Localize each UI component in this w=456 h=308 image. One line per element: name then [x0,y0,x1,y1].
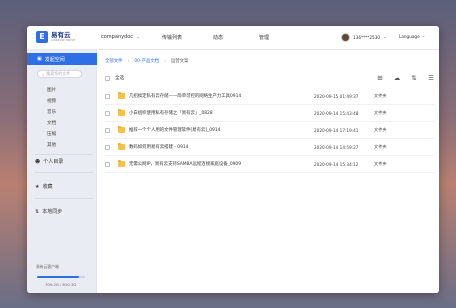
file-date: 2020-09-14 14:59:27 [314,144,359,150]
file-date: 2020-09-14 15:34:12 [314,161,359,167]
folder-icon [118,92,125,99]
row-checkbox[interactable] [105,93,110,99]
chevron-down-icon: ⌄ [136,34,140,40]
file-name[interactable]: 无需公网IP，易有云支持SAMBA远程连接家庭设备_0909 [129,161,314,167]
nav-activity[interactable]: 动态 [213,34,223,41]
app-window: E 易有云 LINKEASE DRIVE companydoc ⌄ 传输列表 动… [27,26,439,293]
row-checkbox[interactable] [105,161,110,167]
breadcrumb-all-files[interactable]: 全部文件 [105,58,123,64]
new-folder-icon[interactable]: ⊞ [376,74,384,82]
file-toolbar: 全选 ⊞ ☁ ⇅ ☰ [105,72,435,84]
chevron-down-icon: ⌄ [383,35,387,40]
upload-icon[interactable]: ☁ [393,74,401,82]
file-date: 2020-09-14 15:43:48 [314,110,359,116]
file-type: 文件夹 [374,110,387,115]
sidebar-item-videos[interactable]: 视频 [47,98,56,104]
quota-text: 709.2G / 810.3G [45,282,77,287]
language-switcher[interactable]: Language ⌄ [399,34,425,39]
chevron-down-icon: ⌄ [421,34,426,39]
file-name[interactable]: 推荐一个个人用的文件管理软件[易有云]_0914 [129,127,314,133]
folder-icon [118,160,125,167]
table-row[interactable]: 无需公网IP，易有云支持SAMBA远程连接家庭设备_0909 2020-09-1… [105,156,435,173]
sync-icon: ⇅ [35,208,40,215]
sidebar-item-other[interactable]: 其他 [47,142,56,148]
table-row[interactable]: 数码如何用易有云搭建 - 0914 2020-09-14 14:59:27 文件… [105,139,435,156]
sidebar-item-label: 发起空间 [44,56,65,63]
table-row[interactable]: 小白组织使用私有存储之「易有云」_0828 2020-09-14 15:43:4… [105,105,435,122]
sidebar-item-label: 个人目录 [43,159,64,165]
file-list: 几招搞定私有云存储——简单可控的网络生产力工具0914 2020-09-15 0… [105,88,435,173]
sidebar-item-team-space[interactable]: ▣ 发起空间 [27,53,97,65]
logo-subtitle: LINKEASE DRIVE [51,39,76,42]
sidebar-search-input[interactable]: ⌕ 搜索您的文件 [37,70,82,78]
main-content: 全部文件 › 00-产品文档 › 运营文案 全选 ⊞ ☁ ⇅ ☰ 几招搞定私有云… [97,50,439,293]
file-type: 文件夹 [374,161,387,166]
toolbar-actions: ⊞ ☁ ⇅ ☰ [376,74,435,82]
row-checkbox[interactable] [105,144,110,150]
chevron-right-icon: › [164,58,166,64]
quota-progress-fill [37,276,79,278]
top-header: E 易有云 LINKEASE DRIVE companydoc ⌄ 传输列表 动… [27,26,439,50]
file-date: 2020-09-14 17:19:41 [314,127,359,133]
company-name: companydoc [101,34,134,40]
breadcrumb: 全部文件 › 00-产品文档 › 运营文案 [105,58,189,65]
list-view-icon[interactable]: ☰ [427,74,435,82]
star-icon: ★ [35,183,40,190]
folder-icon [118,109,125,116]
file-name[interactable]: 数码如何用易有云搭建 - 0914 [129,144,314,150]
file-name[interactable]: 小白组织使用私有存储之「易有云」_0828 [129,110,314,116]
select-all-label: 全选 [115,76,125,81]
sidebar-item-favorites[interactable]: ★ 收藏 [35,183,53,191]
logo[interactable]: E 易有云 LINKEASE DRIVE [36,31,75,43]
sidebar-item-label: 本地同步 [42,209,63,215]
file-type: 文件夹 [374,127,387,132]
search-placeholder: 搜索您的文件 [46,71,71,76]
nav-transfer-list[interactable]: 传输列表 [162,34,182,41]
sidebar-item-personal[interactable]: ☻ 个人目录 [35,158,64,166]
sidebar-item-music[interactable]: 音乐 [47,109,56,115]
select-all-checkbox[interactable] [105,75,110,81]
sidebar-item-documents[interactable]: 文档 [47,120,56,126]
sidebar-item-archives[interactable]: 压缩 [47,131,56,137]
logo-icon: E [36,31,48,43]
file-type: 文件夹 [374,93,387,98]
table-row[interactable]: 推荐一个个人用的文件管理软件[易有云]_0914 2020-09-14 17:1… [105,122,435,139]
folder-icon: ▣ [37,56,42,62]
folder-icon [118,126,125,133]
breadcrumb-current: 运营文案 [170,59,189,64]
sidebar: ▣ 发起空间 ⌕ 搜索您的文件 图片 视频 音乐 文档 压缩 其他 ☻ 个人目录… [27,50,97,293]
folder-icon [118,143,125,150]
table-row[interactable]: 几招搞定私有云存储——简单可控的网络生产力工具0914 2020-09-15 0… [105,88,435,105]
user-menu[interactable]: 136****2530 ⌄ [341,33,387,42]
divider [35,172,93,173]
quota-label: 易有云客户端 [36,264,59,269]
file-name[interactable]: 几招搞定私有云存储——简单可控的网络生产力工具0914 [129,93,314,99]
company-switcher[interactable]: companydoc ⌄ [101,34,140,40]
chevron-right-icon: › [127,58,130,64]
file-type: 文件夹 [374,144,387,149]
sidebar-item-label: 收藏 [42,184,53,190]
nav-manage[interactable]: 管理 [259,34,269,41]
avatar [341,33,350,42]
logo-name: 易有云 [51,31,71,39]
row-checkbox[interactable] [105,110,110,116]
file-date: 2020-09-15 01:49:37 [314,93,359,99]
logo-text: 易有云 LINKEASE DRIVE [51,31,76,43]
sort-icon[interactable]: ⇅ [410,74,418,82]
user-icon: ☻ [35,158,41,165]
user-phone: 136****2530 [353,35,381,40]
divider [35,198,93,199]
quota-progress [37,276,85,278]
row-checkbox[interactable] [105,127,110,133]
breadcrumb-product-docs[interactable]: 00-产品文档 [134,58,159,64]
sidebar-item-local-sync[interactable]: ⇅ 本地同步 [35,208,63,216]
language-label: Language [399,34,420,39]
divider [35,154,93,155]
sidebar-item-images[interactable]: 图片 [47,87,56,93]
search-icon: ⌕ [42,71,45,77]
